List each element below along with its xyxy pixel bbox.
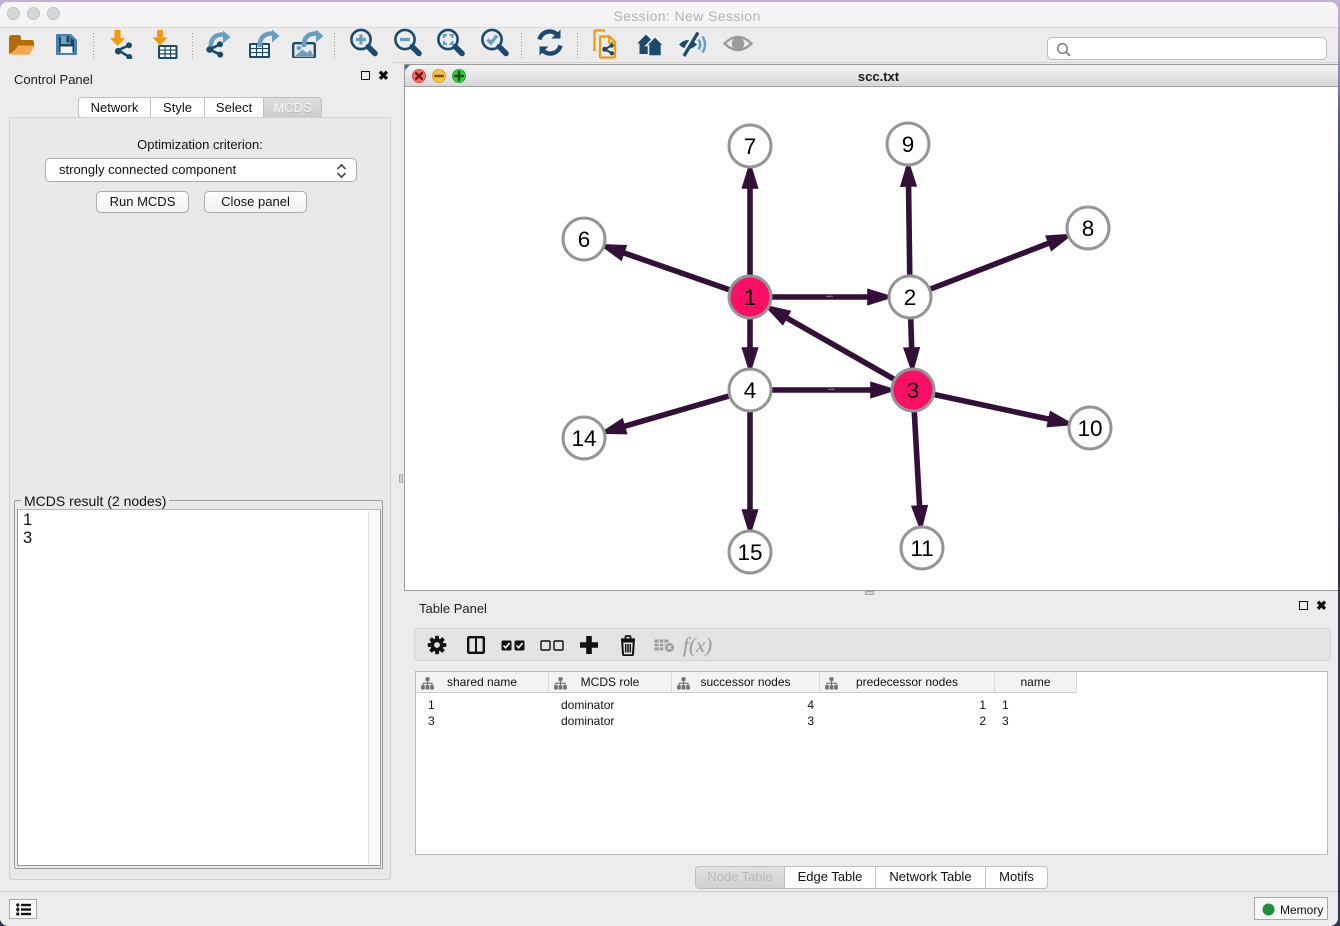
svg-text:8: 8 [1082,216,1095,241]
svg-text:4: 4 [744,378,757,403]
svg-text:14: 14 [571,426,596,451]
svg-text:6: 6 [578,227,591,252]
svg-text:9: 9 [902,132,915,157]
svg-text:10: 10 [1077,416,1102,441]
svg-text:11: 11 [910,536,933,561]
svg-text:15: 15 [737,540,762,565]
svg-text:1: 1 [744,285,757,310]
svg-text:7: 7 [744,134,757,159]
svg-text:2: 2 [904,285,917,310]
svg-text:3: 3 [907,378,920,403]
